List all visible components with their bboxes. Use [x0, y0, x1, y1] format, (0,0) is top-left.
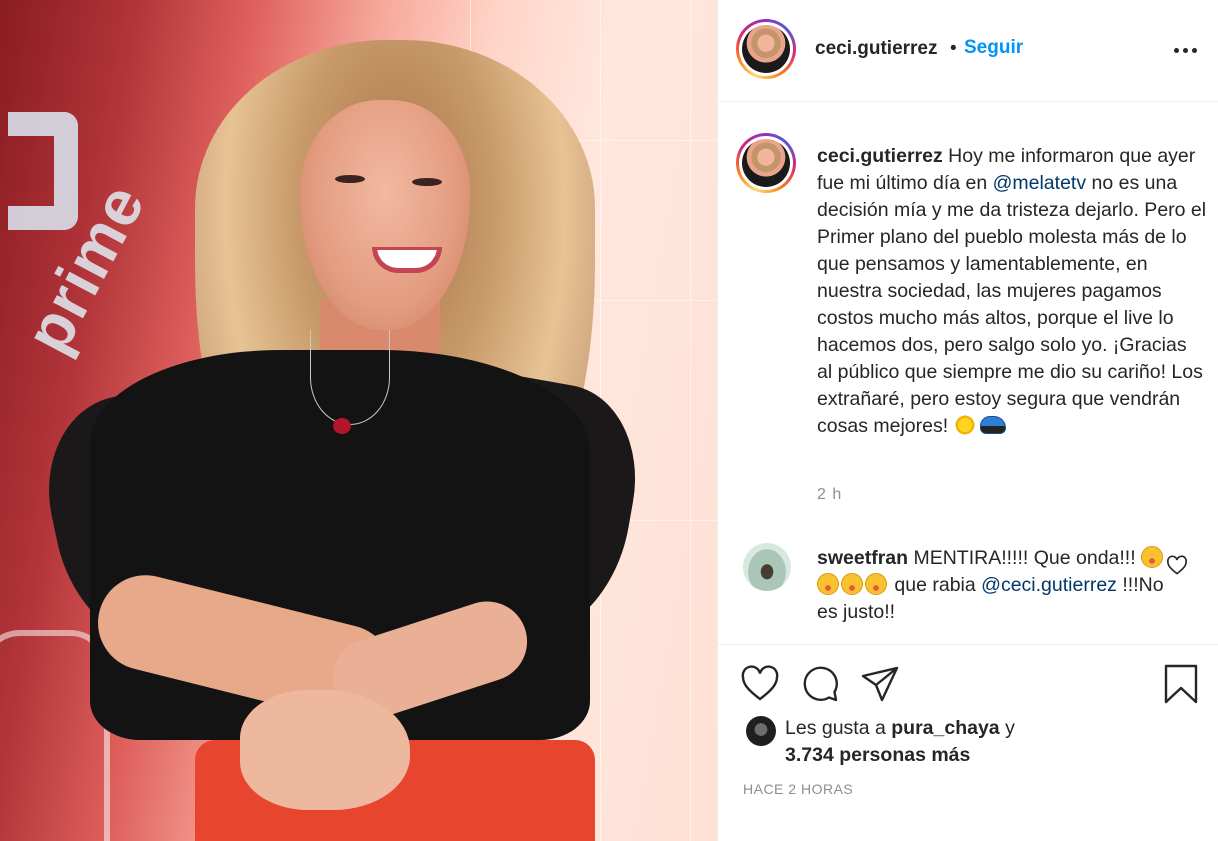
anguished-face-emoji-icon — [841, 573, 863, 595]
caption-text: ceci.gutierrez Hoy me informaron que aye… — [817, 143, 1207, 440]
post-side-panel: ceci.gutierrez • Seguir ceci.gutierrez H… — [717, 0, 1218, 841]
post-caption: ceci.gutierrez Hoy me informaron que aye… — [718, 103, 1218, 535]
author-username[interactable]: ceci.gutierrez — [815, 38, 938, 60]
anguished-face-emoji-icon — [1141, 546, 1164, 568]
post-actions-bar — [718, 646, 1218, 716]
likes-prefix: Les gusta a — [785, 717, 886, 739]
author-avatar-image — [742, 25, 790, 73]
necklace-pendant — [333, 418, 351, 434]
right-eye — [412, 178, 442, 186]
follow-button[interactable]: Seguir — [964, 37, 1023, 59]
caption-mention-link[interactable]: @melatetv — [993, 172, 1087, 194]
caption-timestamp[interactable]: 2 h — [817, 486, 842, 504]
comment-body-middle: que rabia — [894, 574, 976, 596]
photo-subject — [0, 0, 717, 841]
caption-author-avatar-image — [742, 139, 790, 187]
likes-summary: Les gusta a pura_chaya y 3.734 personas … — [718, 708, 1218, 778]
comment-bubble-icon[interactable] — [800, 664, 840, 704]
comment-text: sweetfran MENTIRA!!!!! Que onda!!! que r… — [817, 545, 1167, 626]
bookmark-icon[interactable] — [1161, 664, 1201, 704]
post-date[interactable]: HACE 2 HORAS — [743, 781, 853, 797]
commenter-username[interactable]: sweetfran — [817, 547, 908, 569]
necklace-chain — [310, 330, 390, 425]
caption-username[interactable]: ceci.gutierrez — [817, 145, 943, 167]
anguished-face-emoji-icon — [865, 573, 887, 595]
sun-emoji-icon — [953, 414, 976, 436]
left-eye — [335, 175, 365, 183]
commenter-avatar[interactable] — [743, 543, 791, 591]
caption-author-avatar[interactable] — [736, 133, 796, 193]
caption-body-end: no es una decisión mía y me da tristeza … — [817, 172, 1207, 437]
author-avatar[interactable] — [736, 19, 796, 79]
liker-username[interactable]: pura_chaya — [891, 717, 999, 739]
hands — [240, 690, 410, 810]
likes-line: Les gusta a pura_chaya y — [785, 717, 1015, 740]
paper-plane-icon[interactable] — [860, 664, 900, 704]
comment-heart-icon[interactable] — [1166, 555, 1188, 575]
car-emoji-icon — [979, 416, 1006, 434]
likes-count-link[interactable]: 3.734 personas más — [785, 744, 970, 767]
liker-avatar[interactable] — [746, 716, 776, 746]
post-header: ceci.gutierrez • Seguir — [718, 0, 1218, 102]
anguished-face-emoji-icon — [817, 573, 839, 595]
more-options-icon[interactable] — [1170, 42, 1200, 58]
separator-dot: • — [950, 38, 957, 59]
post-photo[interactable]: prime — [0, 0, 717, 841]
likes-conjunction: y — [1005, 717, 1015, 739]
comment-item: sweetfran MENTIRA!!!!! Que onda!!! que r… — [718, 535, 1218, 645]
heart-icon[interactable] — [740, 664, 780, 704]
comment-body-start: MENTIRA!!!!! Que onda!!! — [913, 547, 1136, 569]
comment-mention-link[interactable]: @ceci.gutierrez — [981, 574, 1117, 596]
